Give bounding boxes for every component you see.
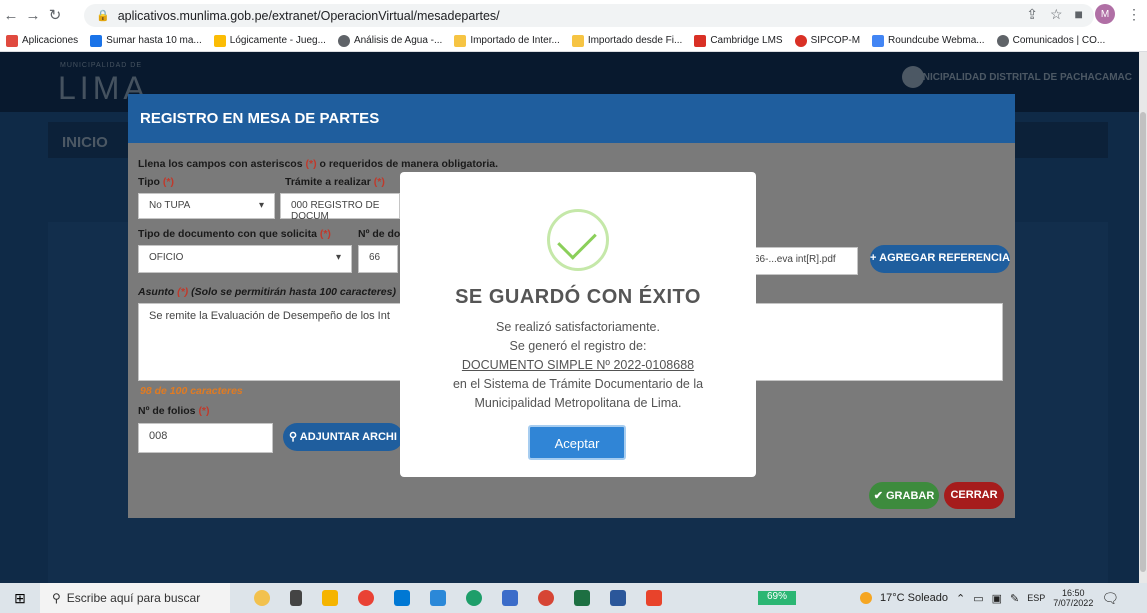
bookmark-item[interactable]: Aplicaciones	[6, 34, 78, 47]
bookmark-icon	[213, 34, 226, 47]
forward-arrow-icon[interactable]: →	[22, 7, 44, 24]
lock-icon: 🔒	[96, 10, 110, 22]
bookmark-item[interactable]: Sumar hasta 10 ma...	[90, 34, 202, 47]
window-icon[interactable]: ■	[1075, 6, 1083, 22]
reload-icon[interactable]: ↻	[44, 6, 66, 24]
bookmark-item[interactable]: Análisis de Agua -...	[337, 34, 442, 47]
success-check-icon	[547, 209, 609, 271]
file-explorer-icon[interactable]	[322, 590, 338, 606]
save-button[interactable]: ✔ GRABAR	[869, 482, 939, 509]
tipo-label: Tipo (*)	[138, 176, 174, 188]
bookmark-item[interactable]: Importado desde Fi...	[571, 34, 682, 47]
globe-icon	[337, 34, 350, 47]
battery-indicator: 69%	[758, 591, 796, 605]
taskbar-search[interactable]: ⚲ Escribe aquí para buscar	[40, 583, 230, 613]
tipo-doc-label: Tipo de documento con que solicita (*)	[138, 228, 331, 240]
chevron-up-icon[interactable]: ⌃	[956, 592, 965, 605]
modal-title: REGISTRO EN MESA DE PARTES	[128, 94, 1015, 143]
tipo-doc-select[interactable]: OFICIO ▾	[138, 245, 352, 273]
bookmark-icon	[694, 34, 707, 47]
attach-file-button[interactable]: ⚲ ADJUNTAR ARCHI	[283, 423, 403, 451]
office-icon[interactable]	[646, 590, 662, 606]
bookmark-icon	[90, 34, 103, 47]
bookmark-item[interactable]: Importado de Inter...	[454, 34, 560, 47]
url-text: aplicativos.munlima.gob.pe/extranet/Oper…	[117, 8, 500, 23]
bookmark-star-icon[interactable]: ☆	[1050, 6, 1063, 23]
dialog-title: SE GUARDÓ CON ÉXITO	[455, 286, 701, 308]
network-icon[interactable]: ▭	[973, 592, 983, 605]
chevron-down-icon: ▾	[258, 200, 264, 211]
folder-icon	[571, 34, 584, 47]
asunto-label: Asunto (*) (Solo se permitirán hasta 100…	[138, 286, 396, 298]
apps-grid-icon	[6, 34, 18, 47]
char-counter: 98 de 100 caracteres	[140, 385, 243, 397]
clock[interactable]: 16:50 7/07/2022	[1053, 588, 1093, 608]
notification-icon[interactable]: 🗨	[1101, 590, 1119, 607]
excel-icon[interactable]	[574, 590, 590, 606]
num-doc-input[interactable]: 66	[358, 245, 398, 273]
chrome-icon[interactable]	[358, 590, 374, 606]
windows-start-icon[interactable]: ⊞	[0, 590, 40, 607]
search-icon: ⚲	[289, 431, 298, 443]
globe-icon	[996, 34, 1009, 47]
tramite-label: Trámite a realizar (*)	[285, 176, 385, 188]
menu-dots-icon[interactable]: ⋮	[1127, 6, 1141, 23]
page-scrollbar[interactable]	[1139, 52, 1147, 583]
browser-toolbar: ← → ↻ 🔒 aplicativos.munlima.gob.pe/extra…	[0, 0, 1147, 30]
volume-icon[interactable]: ▣	[992, 592, 1002, 605]
language-indicator[interactable]: ESP	[1027, 593, 1045, 603]
address-bar[interactable]: 🔒 aplicativos.munlima.gob.pe/extranet/Op…	[84, 4, 1094, 27]
document-reference: DOCUMENTO SIMPLE Nº 2022-0108688	[461, 358, 695, 372]
cortana-icon[interactable]	[254, 590, 270, 606]
taskbar-apps	[254, 590, 662, 606]
bookmarks-bar: Aplicaciones Sumar hasta 10 ma... Lógica…	[0, 30, 1147, 52]
app-icon[interactable]	[430, 590, 446, 606]
bookmark-item[interactable]: Cambridge LMS	[694, 34, 783, 47]
bookmark-icon	[872, 34, 885, 47]
share-icon[interactable]: ⇪	[1026, 6, 1038, 23]
check-icon: ✔	[873, 490, 883, 502]
chrome-icon[interactable]	[538, 590, 554, 606]
success-dialog: SE GUARDÓ CON ÉXITO Se realizó satisfact…	[400, 172, 756, 477]
instructions: Llena los campos con asteriscos (*) o re…	[138, 158, 499, 170]
close-button[interactable]: CERRAR	[944, 482, 1004, 509]
chevron-down-icon: ▾	[335, 252, 341, 263]
search-icon: ⚲	[52, 591, 61, 605]
bookmark-item[interactable]: Comunicados | CO...	[996, 34, 1105, 47]
folios-input[interactable]: 008	[138, 423, 273, 453]
taskbar: ⊞ ⚲ Escribe aquí para buscar 69% 17°C So…	[0, 583, 1147, 613]
store-icon[interactable]	[394, 590, 410, 606]
file-name-field: 66-...eva int[R].pdf	[743, 247, 858, 275]
bookmark-item[interactable]: Roundcube Webma...	[872, 34, 985, 47]
folder-icon	[454, 34, 467, 47]
weather-text[interactable]: 17°C Soleado	[880, 592, 948, 604]
app-icon[interactable]	[502, 590, 518, 606]
browser-actions: ⇪ ☆ ■ M ⋮	[1026, 4, 1141, 24]
plus-icon: +	[870, 252, 877, 264]
num-doc-label: Nº de doc	[358, 228, 407, 240]
accept-button[interactable]: Aceptar	[528, 425, 626, 460]
back-arrow-icon[interactable]: ←	[0, 7, 22, 24]
sun-icon	[860, 592, 872, 604]
edge-icon[interactable]	[466, 590, 482, 606]
profile-avatar[interactable]: M	[1095, 4, 1115, 24]
folios-label: Nº de folios (*)	[138, 405, 210, 417]
tipo-select[interactable]: No TUPA ▾	[138, 193, 275, 219]
bookmark-item[interactable]: Lógicamente - Jueg...	[213, 34, 326, 47]
scroll-thumb[interactable]	[1140, 112, 1146, 572]
word-icon[interactable]	[610, 590, 626, 606]
task-view-icon[interactable]	[290, 590, 302, 606]
dialog-message: Se realizó satisfactoriamente. Se generó…	[400, 318, 756, 413]
bookmark-item[interactable]: SIPCOP-M	[794, 34, 860, 47]
system-tray: 17°C Soleado ⌃ ▭ ▣ ✎ ESP 16:50 7/07/2022…	[860, 583, 1119, 613]
pen-icon[interactable]: ✎	[1010, 592, 1019, 605]
bookmark-icon	[794, 34, 807, 47]
add-reference-button[interactable]: + AGREGAR REFERENCIA	[870, 245, 1010, 273]
tramite-select[interactable]: 000 REGISTRO DE DOCUM	[280, 193, 400, 222]
